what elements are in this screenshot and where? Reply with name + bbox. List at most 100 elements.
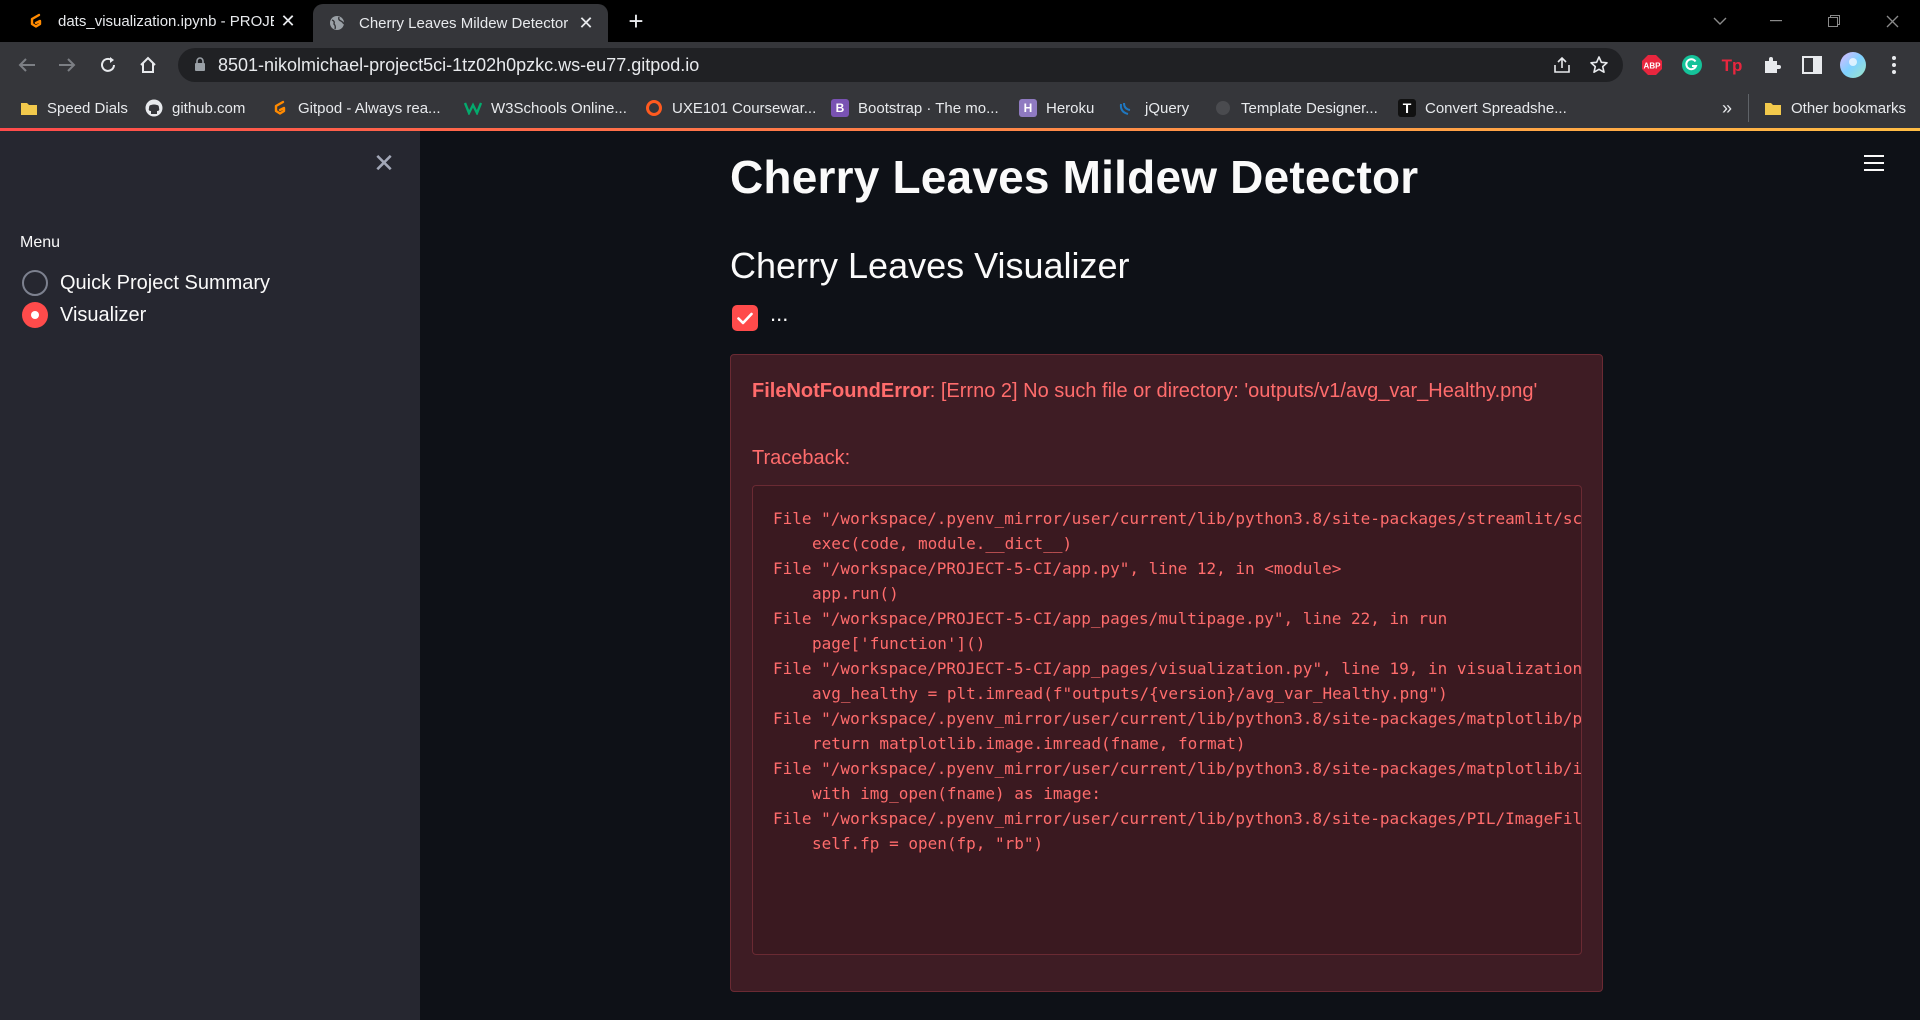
jquery-icon [1118,99,1136,117]
frame-code: avg_healthy = plt.imread(f"outputs/{vers… [812,684,1448,703]
bookmark-label: Template Designer... [1241,99,1378,117]
radio-unchecked-icon[interactable] [22,270,48,296]
tab-search-icon[interactable] [1692,0,1748,42]
frame-file: File "/workspace/.pyenv_mirror/user/curr… [773,709,1582,728]
visualizer-checkbox[interactable]: ... [732,301,788,331]
bookmark-label: W3Schools Online... [491,99,627,117]
bookmark-convert-spreadsheet[interactable]: T Convert Spreadshe... [1398,96,1567,120]
main-menu-icon[interactable] [1864,155,1884,175]
error-detail: : [Errno 2] No such file or directory: '… [929,380,1538,402]
bookmark-label: Other bookmarks [1791,99,1907,117]
bookmark-label: Speed Dials [47,99,128,117]
traceback-frame: File "/workspace/.pyenv_mirror/user/curr… [773,506,1582,556]
adblock-icon[interactable]: ABP [1638,51,1666,79]
frame-code: page['function']() [812,634,986,653]
browser-tab-bar: dats_visualization.ipynb - PROJECT-5-CI … [0,0,1920,42]
radio-option-quick-project-summary[interactable]: Quick Project Summary [22,269,270,297]
bookmark-label: UXE101 Coursewar... [672,99,817,117]
forward-icon[interactable] [52,50,82,80]
bookmark-bootstrap[interactable]: B Bootstrap · The mo... [831,96,999,120]
frame-file: File "/workspace/PROJECT-5-CI/app_pages/… [773,659,1582,678]
bookmark-w3schools[interactable]: W3Schools Online... [464,96,627,120]
new-tab-button[interactable]: + [620,5,652,37]
bookmark-label: Bootstrap · The mo... [858,99,999,117]
radio-checked-icon[interactable] [22,302,48,328]
error-type: FileNotFoundError [752,380,930,402]
minimize-icon[interactable] [1748,0,1804,42]
bookmark-gitpod[interactable]: Gitpod - Always rea... [271,96,441,120]
bookmark-template-designer[interactable]: Template Designer... [1214,96,1378,120]
restore-icon[interactable] [1806,0,1862,42]
home-icon[interactable] [133,50,163,80]
traceback-frame: File "/workspace/.pyenv_mirror/user/curr… [773,806,1582,856]
radio-option-visualizer[interactable]: Visualizer [22,301,146,329]
bookmark-speed-dials[interactable]: Speed Dials [20,96,128,120]
radio-label: Visualizer [60,303,147,326]
traceback-frame: File "/workspace/PROJECT-5-CI/app_pages/… [773,656,1582,706]
traceback-box: File "/workspace/.pyenv_mirror/user/curr… [752,485,1582,955]
bookmark-github[interactable]: github.com [145,96,245,120]
side-panel-icon[interactable] [1798,51,1826,79]
error-alert: FileNotFoundError: [Errno 2] No such fil… [730,354,1603,992]
browser-toolbar: 8501-nikolmichael-project5ci-1tz02h0pzkc… [0,42,1920,88]
gitpod-icon [271,99,289,117]
gitpod-icon [26,11,46,31]
traceback-frame: File "/workspace/.pyenv_mirror/user/curr… [773,756,1582,806]
close-window-icon[interactable] [1864,0,1920,42]
radio-label: Quick Project Summary [60,271,271,294]
kebab-menu-icon[interactable] [1880,51,1908,79]
bookmark-star-icon[interactable] [1589,55,1609,80]
template-icon [1214,99,1232,117]
bookmark-uxe101[interactable]: UXE101 Coursewar... [645,96,816,120]
traceback-label: Traceback: [752,447,851,469]
frame-file: File "/workspace/.pyenv_mirror/user/curr… [773,809,1582,828]
bookmark-jquery[interactable]: jQuery [1118,96,1189,120]
bookmark-label: jQuery [1145,99,1190,117]
bookmark-label: Heroku [1046,99,1095,117]
close-sidebar-icon[interactable]: ✕ [372,150,396,176]
tab-streamlit-app[interactable]: Cherry Leaves Mildew Detector ✕ [313,4,608,42]
grammarly-icon[interactable] [1678,51,1706,79]
close-tab-icon[interactable]: ✕ [274,11,302,32]
url-text: 8501-nikolmichael-project5ci-1tz02h0pzkc… [218,55,700,75]
close-tab-icon[interactable]: ✕ [572,13,600,34]
globe-icon [327,13,347,33]
bookmarks-overflow-button[interactable]: » [1722,96,1732,120]
traceback-frame: File "/workspace/.pyenv_mirror/user/curr… [773,706,1582,756]
bookmark-label: Convert Spreadshe... [1425,99,1567,117]
reload-icon[interactable] [93,50,123,80]
checkbox-checked-icon[interactable] [732,305,758,331]
frame-file: File "/workspace/.pyenv_mirror/user/curr… [773,759,1582,778]
tab-title: Cherry Leaves Mildew Detector [359,14,569,32]
svg-text:ABP: ABP [1644,62,1662,71]
lock-icon[interactable] [194,57,206,77]
tab-notebook[interactable]: dats_visualization.ipynb - PROJECT-5-CI … [12,0,310,42]
bookmarks-bar: Speed Dials github.com Gitpod - Always r… [0,88,1920,128]
w3schools-icon [464,99,482,117]
folder-icon [1764,99,1782,117]
back-icon[interactable] [12,50,42,80]
ring-icon [645,99,663,117]
profile-avatar[interactable] [1839,51,1867,79]
page-subheader: Cherry Leaves Visualizer [730,245,1130,286]
frame-code: exec(code, module.__dict__) [812,534,1073,553]
extensions-puzzle-icon[interactable] [1758,51,1786,79]
frame-file: File "/workspace/.pyenv_mirror/user/curr… [773,509,1582,528]
sidebar: ✕ Menu Quick Project Summary Visualizer [0,131,420,1020]
bookmark-other-bookmarks[interactable]: Other bookmarks [1764,96,1906,120]
svg-text:Tp: Tp [1722,56,1743,75]
share-icon[interactable] [1552,55,1572,80]
tp-extension-icon[interactable]: Tp [1718,51,1746,79]
t-icon: T [1398,99,1416,117]
error-message: FileNotFoundError: [Errno 2] No such fil… [752,380,1537,403]
bookmarks-divider [1748,94,1749,122]
frame-file: File "/workspace/PROJECT-5-CI/app.py", l… [773,559,1342,578]
frame-code: self.fp = open(fp, "rb") [812,834,1044,853]
menu-label: Menu [20,234,61,251]
bookmark-heroku[interactable]: H Heroku [1019,96,1094,120]
tab-title: dats_visualization.ipynb - PROJECT-5-CI [58,12,274,30]
traceback-frame: File "/workspace/PROJECT-5-CI/app.py", l… [773,556,1341,606]
folder-icon [20,99,38,117]
address-bar[interactable]: 8501-nikolmichael-project5ci-1tz02h0pzkc… [178,48,1623,82]
frame-file: File "/workspace/PROJECT-5-CI/app_pages/… [773,609,1448,628]
